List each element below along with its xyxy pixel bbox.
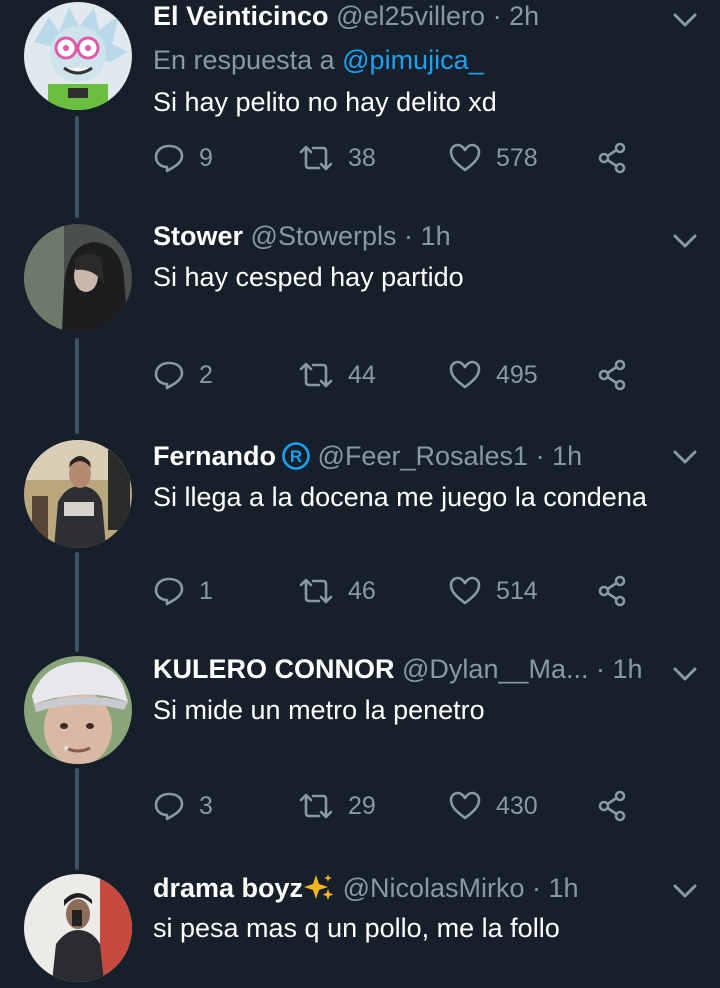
retweet-icon <box>299 145 333 171</box>
user-handle[interactable]: @Feer_Rosales1 <box>318 441 529 471</box>
user-handle[interactable]: @NicolasMirko <box>343 873 525 903</box>
retweet-icon <box>299 578 333 604</box>
reply-prefix: En respuesta a <box>153 45 335 75</box>
avatar[interactable] <box>24 224 132 332</box>
separator: · <box>596 654 606 684</box>
heart-icon <box>449 576 481 605</box>
chevron-down-icon[interactable] <box>672 882 698 900</box>
like-button[interactable]: 514 <box>448 574 538 608</box>
reply-icon <box>154 577 184 606</box>
reply-icon <box>154 144 184 173</box>
tweet-actions: 1 46 514 <box>153 574 653 608</box>
share-icon <box>598 142 626 174</box>
reply-count: 9 <box>199 143 213 172</box>
user-handle[interactable]: @el25villero <box>336 1 485 31</box>
like-button[interactable]: 495 <box>448 358 538 392</box>
like-count: 495 <box>496 360 538 389</box>
reply-context: En respuesta a @pimujica_ <box>153 44 484 76</box>
user-handle[interactable]: @Dylan__Ma... <box>402 654 588 684</box>
user-handle[interactable]: @Stowerpls <box>251 221 397 251</box>
chevron-down-icon[interactable] <box>672 665 698 683</box>
chevron-down-icon[interactable] <box>672 232 698 250</box>
tweet-text: Si llega a la docena me juego la condena <box>153 482 647 512</box>
share-icon <box>598 790 626 822</box>
reply-count: 2 <box>199 360 213 389</box>
chevron-down-icon[interactable] <box>672 11 698 29</box>
display-name[interactable]: Stower <box>153 221 243 251</box>
retweet-button[interactable]: 44 <box>298 358 376 392</box>
timestamp[interactable]: 1h <box>421 221 451 251</box>
tweet-header: El Veinticinco @el25villero · 2h <box>153 0 660 32</box>
timestamp[interactable]: 1h <box>552 441 582 471</box>
avatar[interactable] <box>24 440 132 548</box>
separator: · <box>532 873 542 903</box>
tweet[interactable]: KULERO CONNOR @Dylan__Ma... · 1h Si mide… <box>0 653 720 853</box>
separator: · <box>404 221 414 251</box>
reply-button[interactable]: 2 <box>153 358 213 392</box>
reply-mention-link[interactable]: @pimujica_ <box>342 45 483 75</box>
reply-count: 3 <box>199 791 213 820</box>
tweet-text: Si hay cesped hay partido <box>153 262 464 292</box>
share-icon <box>598 575 626 607</box>
separator: · <box>535 441 545 471</box>
tweet-text: si pesa mas q un pollo, me la follo <box>153 913 560 943</box>
share-button[interactable] <box>596 141 644 175</box>
tweet-header: Stower @Stowerpls · 1h <box>153 220 660 252</box>
tweet[interactable]: Fernando R @Feer_Rosales1 · 1h Si llega a… <box>0 440 720 640</box>
display-name[interactable]: El Veinticinco <box>153 1 329 31</box>
reply-icon <box>154 792 184 821</box>
reply-button[interactable]: 1 <box>153 574 213 608</box>
avatar[interactable] <box>24 656 132 764</box>
retweet-button[interactable]: 38 <box>298 141 376 175</box>
like-count: 578 <box>496 143 538 172</box>
tweet-header: Fernando R @Feer_Rosales1 · 1h <box>153 440 660 472</box>
timestamp[interactable]: 1h <box>613 654 643 684</box>
tweet-text: Si hay pelito no hay delito xd <box>153 87 497 117</box>
reply-button[interactable]: 9 <box>153 141 213 175</box>
retweet-icon <box>299 362 333 388</box>
tweet-actions: 2 44 495 <box>153 358 653 392</box>
share-button[interactable] <box>596 574 644 608</box>
share-button[interactable] <box>596 358 644 392</box>
svg-text:R: R <box>290 447 302 466</box>
avatar[interactable] <box>24 874 132 982</box>
reply-button[interactable]: 3 <box>153 789 213 823</box>
registered-badge-icon: R <box>282 442 310 470</box>
retweet-count: 46 <box>348 576 376 605</box>
separator: · <box>492 1 502 31</box>
heart-icon <box>449 360 481 389</box>
share-icon <box>598 359 626 391</box>
retweet-button[interactable]: 46 <box>298 574 376 608</box>
timestamp[interactable]: 2h <box>509 1 539 31</box>
tweet[interactable]: Stower @Stowerpls · 1h Si hay cesped hay… <box>0 220 720 420</box>
chevron-down-icon[interactable] <box>672 448 698 466</box>
retweet-count: 38 <box>348 143 376 172</box>
tweet[interactable]: drama boyz @NicolasMirko · 1h si pesa ma… <box>0 872 720 988</box>
tweet-actions: 9 38 578 <box>153 141 653 175</box>
like-button[interactable]: 578 <box>448 141 538 175</box>
timestamp[interactable]: 1h <box>549 873 579 903</box>
retweet-button[interactable]: 29 <box>298 789 376 823</box>
tweet-header: KULERO CONNOR @Dylan__Ma... · 1h <box>153 653 660 685</box>
share-button[interactable] <box>596 789 644 823</box>
reply-icon <box>154 361 184 390</box>
reply-count: 1 <box>199 576 213 605</box>
like-button[interactable]: 430 <box>448 789 538 823</box>
sparkle-icon <box>304 874 334 900</box>
display-name[interactable]: Fernando <box>153 441 276 471</box>
heart-icon <box>449 791 481 820</box>
like-count: 430 <box>496 791 538 820</box>
display-name[interactable]: drama boyz <box>153 873 303 903</box>
display-name[interactable]: KULERO CONNOR <box>153 654 395 684</box>
tweet[interactable]: El Veinticinco @el25villero · 2h En resp… <box>0 0 720 200</box>
tweet-actions: 3 29 430 <box>153 789 653 823</box>
avatar[interactable] <box>24 2 132 110</box>
retweet-icon <box>299 793 333 819</box>
like-count: 514 <box>496 576 538 605</box>
tweet-header: drama boyz @NicolasMirko · 1h <box>153 872 660 904</box>
tweet-text: Si mide un metro la penetro <box>153 695 485 725</box>
retweet-count: 29 <box>348 791 376 820</box>
heart-icon <box>449 143 481 172</box>
retweet-count: 44 <box>348 360 376 389</box>
